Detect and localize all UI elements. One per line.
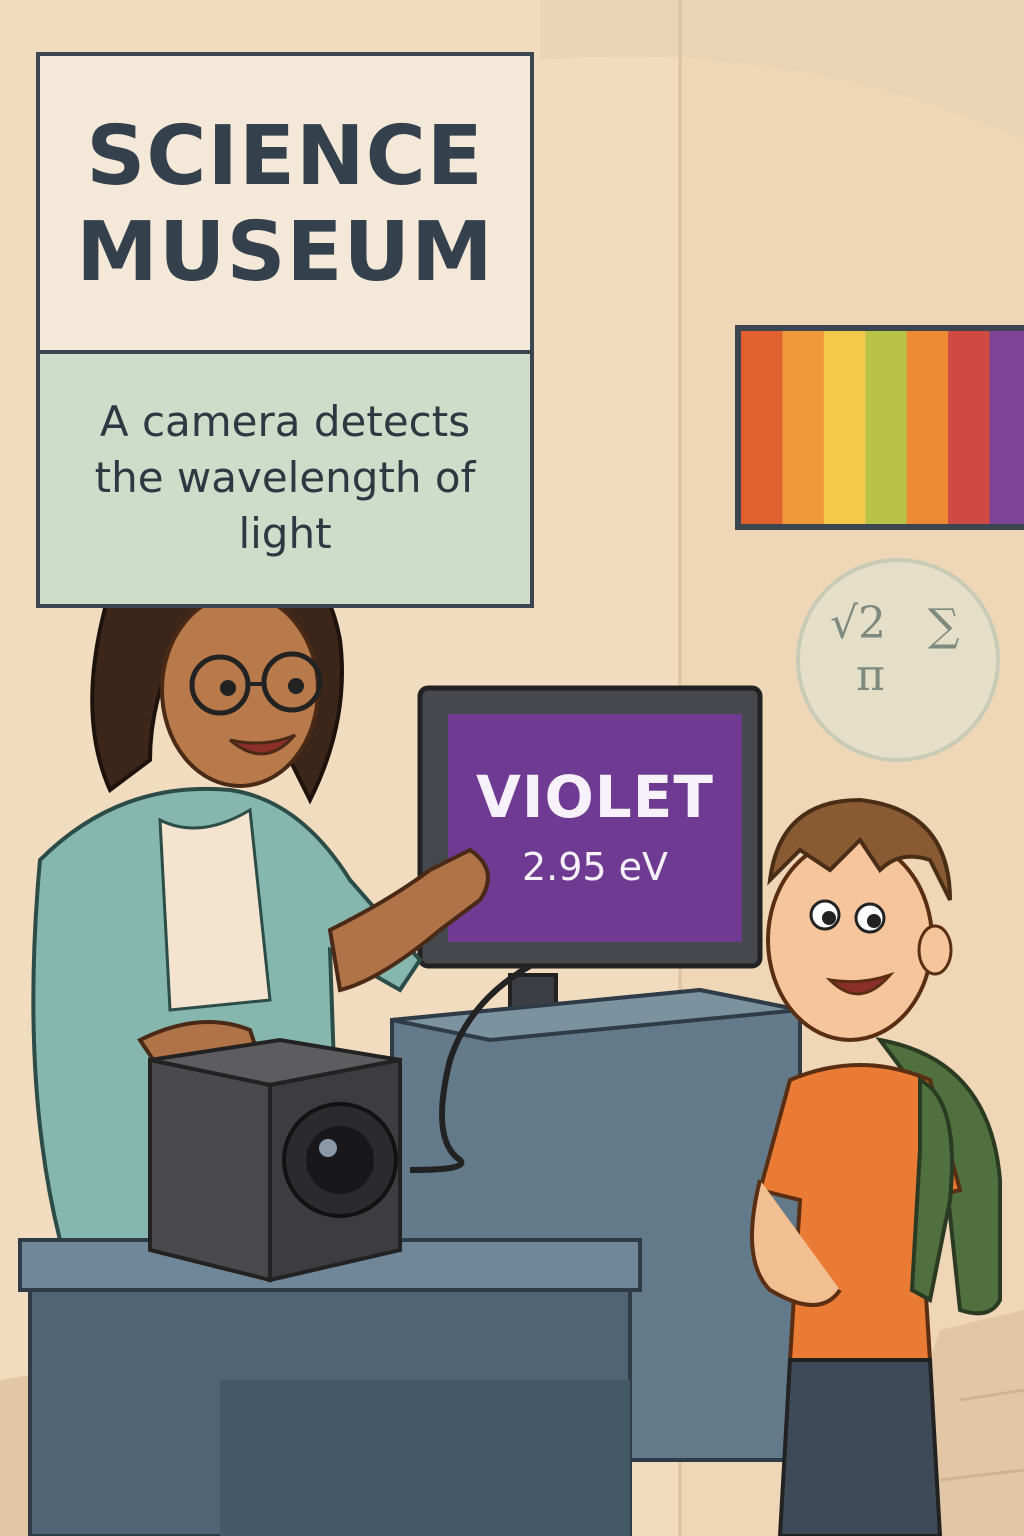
camera [148, 1037, 402, 1283]
spectrum-stripe [823, 331, 866, 524]
monitor-screen: VIOLET 2.95 eV [448, 714, 742, 942]
museum-scene: SCIENCE MUSEUM A camera detects the wave… [0, 0, 1024, 1536]
title-line-2: MUSEUM [76, 205, 494, 300]
spectrum-stripe [906, 331, 949, 524]
spectrum-poster [735, 325, 1024, 530]
spectrum-stripe [741, 331, 783, 524]
photon-energy-readout: 2.95 eV [521, 845, 669, 889]
caption-line-1: A camera detects [99, 397, 471, 446]
caption-sign: A camera detects the wavelength of light [36, 350, 534, 608]
sqrt-symbol: √2 [830, 598, 887, 649]
pi-symbol: π [856, 650, 885, 701]
sum-symbol: ∑ [928, 600, 960, 651]
front-pedestal [18, 1238, 642, 1536]
spectrum-stripe [782, 331, 825, 524]
spectrum-stripe [989, 331, 1024, 524]
title-sign: SCIENCE MUSEUM [36, 52, 534, 358]
detected-color-label: VIOLET [476, 763, 714, 831]
caption-line-2: the wavelength of [94, 453, 476, 502]
title-line-1: SCIENCE [86, 109, 484, 204]
spectrum-stripe [865, 331, 908, 524]
math-circle [796, 558, 1000, 762]
caption-line-3: light [238, 509, 332, 558]
spectrum-stripe [948, 331, 990, 524]
